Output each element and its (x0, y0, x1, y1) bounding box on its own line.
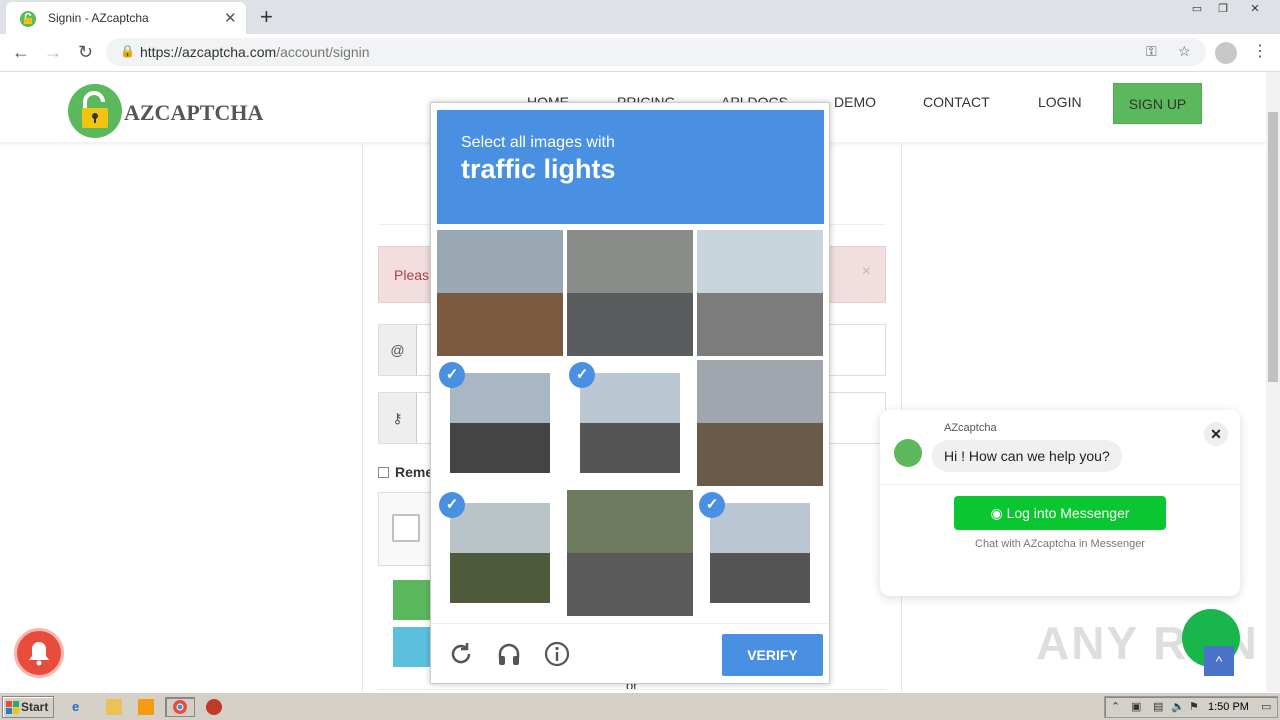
captcha-header: Select all images with traffic lights (437, 110, 824, 224)
at-icon: @ (379, 325, 417, 375)
tab-title: Signin - AZcaptcha (48, 11, 149, 25)
profile-avatar[interactable] (1215, 42, 1237, 64)
nav-demo[interactable]: DEMO (834, 94, 876, 110)
captcha-tile[interactable]: ✓ (567, 360, 693, 486)
captcha-challenge: Select all images with traffic lights ✓ ✓… (430, 102, 830, 684)
checkmark-icon: ✓ (569, 362, 595, 388)
captcha-tile-image (710, 503, 810, 603)
captcha-footer: VERIFY (431, 623, 829, 683)
secure-lock-icon: 🔒 (120, 44, 135, 58)
captcha-tile-image (697, 230, 823, 356)
scroll-top-icon[interactable]: ^ (1204, 646, 1234, 676)
messenger-button-label: Log into Messenger (1006, 505, 1130, 521)
captcha-tile-image (450, 373, 550, 473)
tab-close-icon[interactable]: ✕ (224, 9, 237, 27)
folder-icon[interactable] (106, 699, 122, 715)
messenger-widget: AZcaptcha Hi ! How can we help you? ✕ ◉ … (880, 410, 1240, 596)
messenger-login-button[interactable]: ◉ Log into Messenger (954, 496, 1166, 530)
captcha-tile-image (567, 230, 693, 356)
nav-login[interactable]: LOGIN (1038, 94, 1082, 110)
opera-icon[interactable] (206, 699, 222, 715)
flag-icon[interactable]: ⚑ (1189, 700, 1199, 713)
divider (880, 484, 1240, 485)
recaptcha-checkbox[interactable] (392, 514, 420, 542)
url-text: https://azcaptcha.com/account/signin (140, 44, 370, 60)
minimize-icon[interactable]: ▭ (1184, 0, 1210, 18)
chrome-taskbar-icon[interactable] (165, 697, 195, 717)
network-icon[interactable]: ▣ (1131, 700, 1141, 713)
lock-favicon-icon (20, 11, 36, 27)
key-icon: ⚷ (379, 393, 417, 443)
reload-icon[interactable] (447, 640, 475, 668)
star-icon[interactable]: ☆ (1178, 43, 1191, 60)
start-label: Start (21, 700, 49, 714)
remember-checkbox[interactable] (378, 467, 389, 478)
forward-icon[interactable]: → (44, 42, 62, 63)
restore-icon[interactable]: ❐ (1210, 0, 1236, 18)
checkmark-icon: ✓ (439, 492, 465, 518)
captcha-tile-image (697, 360, 823, 486)
messenger-subtext: Chat with AZcaptcha in Messenger (975, 538, 1145, 550)
taskbar: Start e ⌃ ▣ ▤ 🔈 ⚑ ▭ 1:50 PM (0, 692, 1280, 720)
checkmark-icon: ✓ (699, 492, 725, 518)
divider (378, 689, 886, 690)
nav-contact[interactable]: CONTACT (923, 94, 990, 110)
captcha-tile[interactable]: ✓ (437, 360, 563, 486)
column-divider (362, 142, 363, 692)
messenger-close-icon[interactable]: ✕ (1204, 422, 1228, 446)
alert-text: Pleas (394, 267, 430, 283)
ie-icon[interactable]: e (72, 699, 88, 715)
show-desktop-icon[interactable]: ▭ (1261, 700, 1271, 713)
windows-logo-icon (6, 701, 19, 714)
captcha-tile-image (567, 490, 693, 616)
tray-arrow-icon[interactable]: ⌃ (1111, 700, 1120, 713)
back-icon[interactable]: ← (12, 42, 30, 63)
start-button[interactable]: Start (2, 696, 54, 718)
notification-bell-icon[interactable] (14, 628, 64, 678)
messenger-avatar (894, 439, 922, 467)
media-player-icon[interactable] (138, 699, 154, 715)
checkmark-icon: ✓ (439, 362, 465, 388)
signup-button[interactable]: SIGN UP (1113, 83, 1202, 124)
verify-button[interactable]: VERIFY (722, 634, 823, 676)
captcha-tile-image (450, 503, 550, 603)
address-toolbar: ← → ↻ 🔒 https://azcaptcha.com/account/si… (0, 34, 1280, 72)
system-tray: ⌃ ▣ ▤ 🔈 ⚑ ▭ (1104, 696, 1278, 718)
browser-tab[interactable]: Signin - AZcaptcha ✕ (6, 2, 246, 34)
remember-me[interactable]: Reme (378, 464, 433, 480)
captcha-tile[interactable] (567, 230, 693, 356)
logo-text[interactable]: AZCAPTCHA (124, 100, 263, 126)
menu-dots-icon[interactable]: ⋮ (1252, 41, 1268, 61)
messenger-icon: ◉ (990, 505, 1007, 521)
info-icon[interactable] (543, 640, 571, 668)
captcha-target: traffic lights (461, 154, 616, 184)
captcha-instruction: Select all images with (461, 134, 615, 151)
scrollbar-thumb[interactable] (1268, 112, 1278, 382)
captcha-tile[interactable] (567, 490, 693, 616)
address-bar[interactable]: 🔒 https://azcaptcha.com/account/signin ⚿… (106, 38, 1206, 66)
remember-label: Reme (395, 464, 434, 480)
captcha-tile[interactable] (697, 360, 823, 486)
recaptcha-widget (378, 492, 438, 566)
captcha-tile[interactable] (697, 230, 823, 356)
logo-icon[interactable] (68, 84, 122, 138)
alert-close-icon[interactable]: × (862, 263, 871, 281)
captcha-tile-image (580, 373, 680, 473)
window-close-icon[interactable]: ✕ (1242, 0, 1268, 18)
clock: 1:50 PM (1208, 701, 1249, 713)
volume-icon[interactable]: 🔈 (1171, 700, 1185, 713)
reload-icon[interactable]: ↻ (78, 42, 93, 63)
page-scrollbar[interactable] (1266, 72, 1280, 692)
captcha-tile[interactable]: ✓ (697, 490, 823, 616)
browser-tab-bar: Signin - AZcaptcha ✕ + ▭ ❐ ✕ (0, 0, 1280, 34)
captcha-tile[interactable] (437, 230, 563, 356)
network-icon-2[interactable]: ▤ (1153, 700, 1163, 713)
captcha-tile[interactable]: ✓ (437, 490, 563, 616)
messenger-greeting: Hi ! How can we help you? (932, 440, 1122, 472)
captcha-tile-image (437, 230, 563, 356)
messenger-page-name: AZcaptcha (944, 422, 997, 434)
key-icon[interactable]: ⚿ (1146, 43, 1157, 60)
new-tab-icon[interactable]: + (260, 4, 273, 30)
audio-icon[interactable] (495, 640, 523, 668)
